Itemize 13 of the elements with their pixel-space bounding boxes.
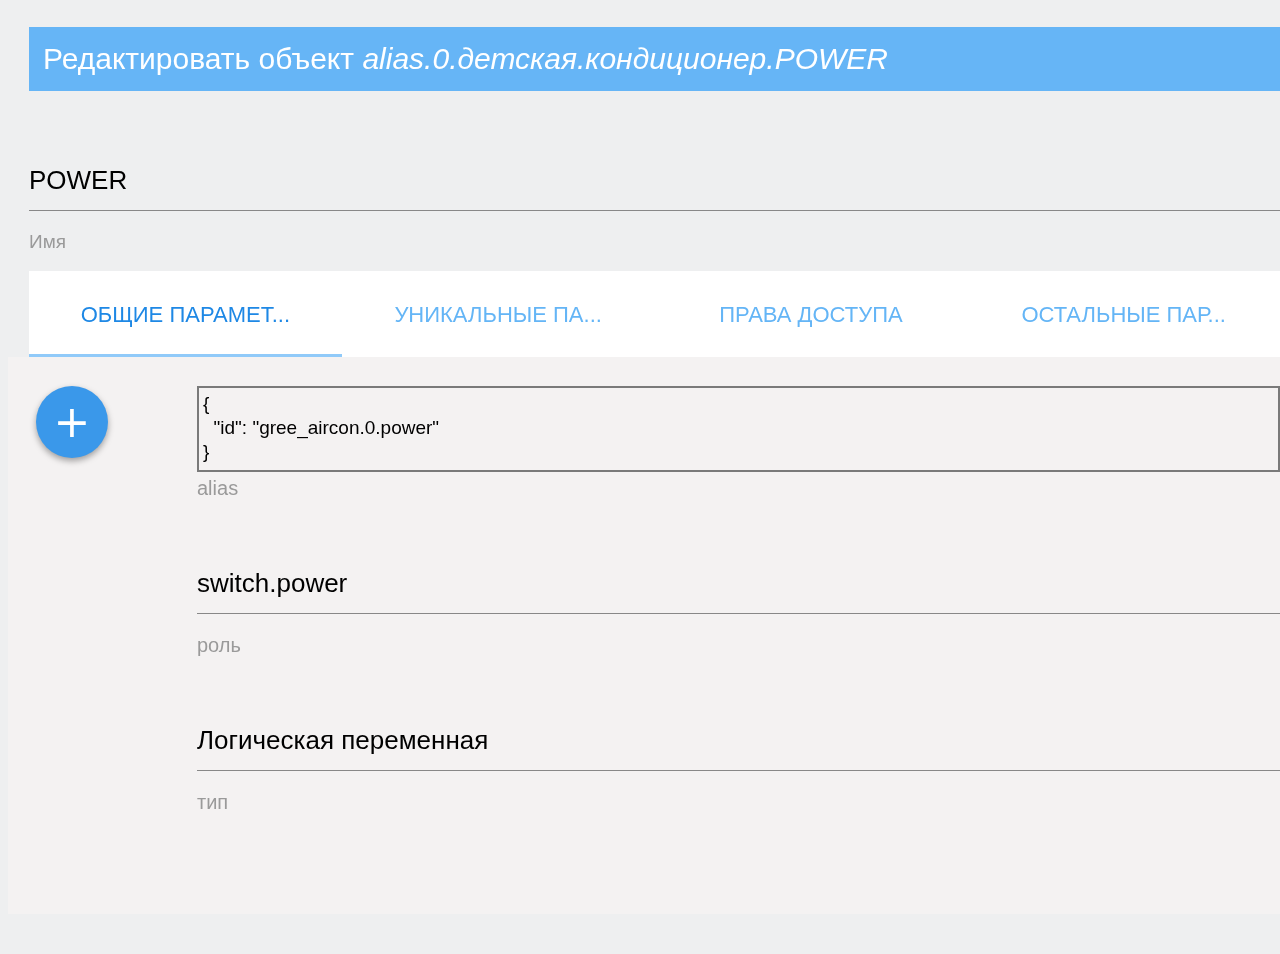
tab[interactable]: ОСТАЛЬНЫЕ ПАР... [967, 271, 1280, 357]
tab[interactable]: ПРАВА ДОСТУПА [654, 271, 968, 357]
text-input[interactable]: Логическая переменная [197, 709, 1280, 771]
dialog-title: Редактировать объект alias.0.детская.кондиционер.POWER [29, 27, 1280, 91]
field-label: Имя [29, 230, 67, 254]
field-label: alias [197, 476, 240, 501]
alias-textarea[interactable]: { "id": "gree_aircon.0.power" } [197, 386, 1280, 472]
name-input[interactable]: POWER [29, 149, 1280, 211]
field-label: тип [197, 790, 230, 815]
tab[interactable]: УНИКАЛЬНЫЕ ПА... [341, 271, 655, 357]
field-label: роль [197, 633, 242, 658]
text-input[interactable]: switch.power [197, 552, 1280, 614]
add-button[interactable]: + [36, 386, 108, 458]
